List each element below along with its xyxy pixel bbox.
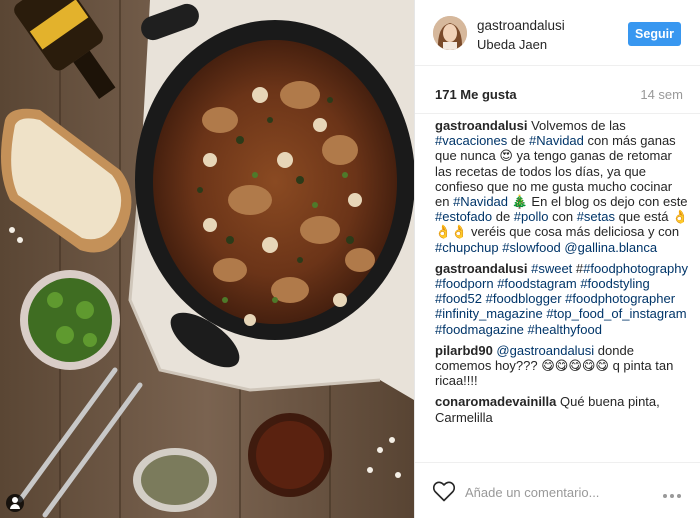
comments-list: gastroandalusi Volvemos de las #vacacion… [435, 118, 689, 460]
hashtag-link[interactable]: #foodporn [435, 276, 494, 291]
comment-text: de [507, 133, 529, 149]
comment-username[interactable]: conaromadevainilla [435, 394, 556, 409]
comment-text: # [572, 260, 584, 276]
post-sidebar: gastroandalusi Ubeda Jaen Seguir 171 Me … [414, 0, 700, 518]
hashtag-link[interactable]: #setas [577, 209, 615, 224]
food-photo-illustration [0, 0, 414, 518]
comment-text: 🎄 En el blog os dejo con este [508, 194, 688, 210]
comment-text: de [492, 209, 514, 225]
more-options-icon[interactable] [663, 485, 685, 498]
comment-username[interactable]: gastroandalusi [435, 118, 527, 133]
hashtag-link[interactable]: #vacaciones [435, 133, 507, 148]
hashtag-link[interactable]: #foodphotography [583, 261, 688, 276]
hashtag-link[interactable]: #sweet [531, 261, 572, 276]
mention-link[interactable]: @gastroandalusi [496, 343, 594, 358]
comment-text: Volvemos de las [527, 118, 626, 133]
hashtag-link[interactable]: #Navidad [453, 194, 508, 209]
post-username[interactable]: gastroandalusi [477, 18, 565, 33]
hashtag-link[interactable]: #foodphotographer [565, 291, 675, 306]
hashtag-link[interactable]: #top_food_of_instagram [546, 306, 686, 321]
hashtag-link[interactable]: #foodstyling [580, 276, 649, 291]
hashtag-link[interactable]: #estofado [435, 209, 492, 224]
hashtag-link[interactable]: #foodblogger [486, 291, 562, 306]
instagram-post: gastroandalusi Ubeda Jaen Seguir 171 Me … [0, 0, 700, 518]
post-time[interactable]: 14 sem [640, 87, 683, 102]
hashtag-link[interactable]: #foodstagram [497, 276, 577, 291]
likes-count[interactable]: 171 Me gusta [435, 87, 517, 102]
hashtag-link[interactable]: #Navidad [529, 133, 584, 148]
hashtag-link[interactable]: #slowfood [502, 240, 561, 255]
hashtag-link[interactable]: #infinity_magazine [435, 306, 543, 321]
likes-row: 171 Me gusta 14 sem [415, 66, 700, 114]
hashtag-link[interactable]: #healthyfood [528, 322, 602, 337]
user-tag-icon[interactable] [6, 494, 24, 512]
post-caption: gastroandalusi Volvemos de las #vacacion… [435, 118, 689, 255]
hashtag-link[interactable]: #pollo [514, 209, 549, 224]
heart-icon[interactable] [432, 480, 456, 502]
post-header: gastroandalusi Ubeda Jaen Seguir [415, 0, 700, 66]
post-location[interactable]: Ubeda Jaen [477, 37, 547, 52]
hashtag-link[interactable]: #food52 [435, 291, 482, 306]
add-comment-input[interactable] [465, 482, 645, 502]
add-comment-row [415, 462, 700, 518]
comment-username[interactable]: gastroandalusi [435, 261, 527, 276]
avatar[interactable] [433, 16, 467, 50]
comment-username[interactable]: pilarbd90 [435, 343, 493, 358]
hashtag-link[interactable]: #chupchup [435, 240, 499, 255]
post-photo[interactable] [0, 0, 414, 518]
mention-link[interactable]: @gallina.blanca [564, 240, 657, 255]
follow-button[interactable]: Seguir [628, 22, 681, 46]
comment-item: conaromadevainilla Qué buena pinta, Carm… [435, 394, 689, 424]
comment-item: pilarbd90 @gastroandalusi donde comemos … [435, 343, 689, 389]
comment-item: gastroandalusi #sweet ##foodphotography … [435, 261, 689, 337]
comment-text: con [548, 209, 577, 225]
avatar-image [433, 16, 467, 50]
hashtag-link[interactable]: #foodmagazine [435, 322, 524, 337]
